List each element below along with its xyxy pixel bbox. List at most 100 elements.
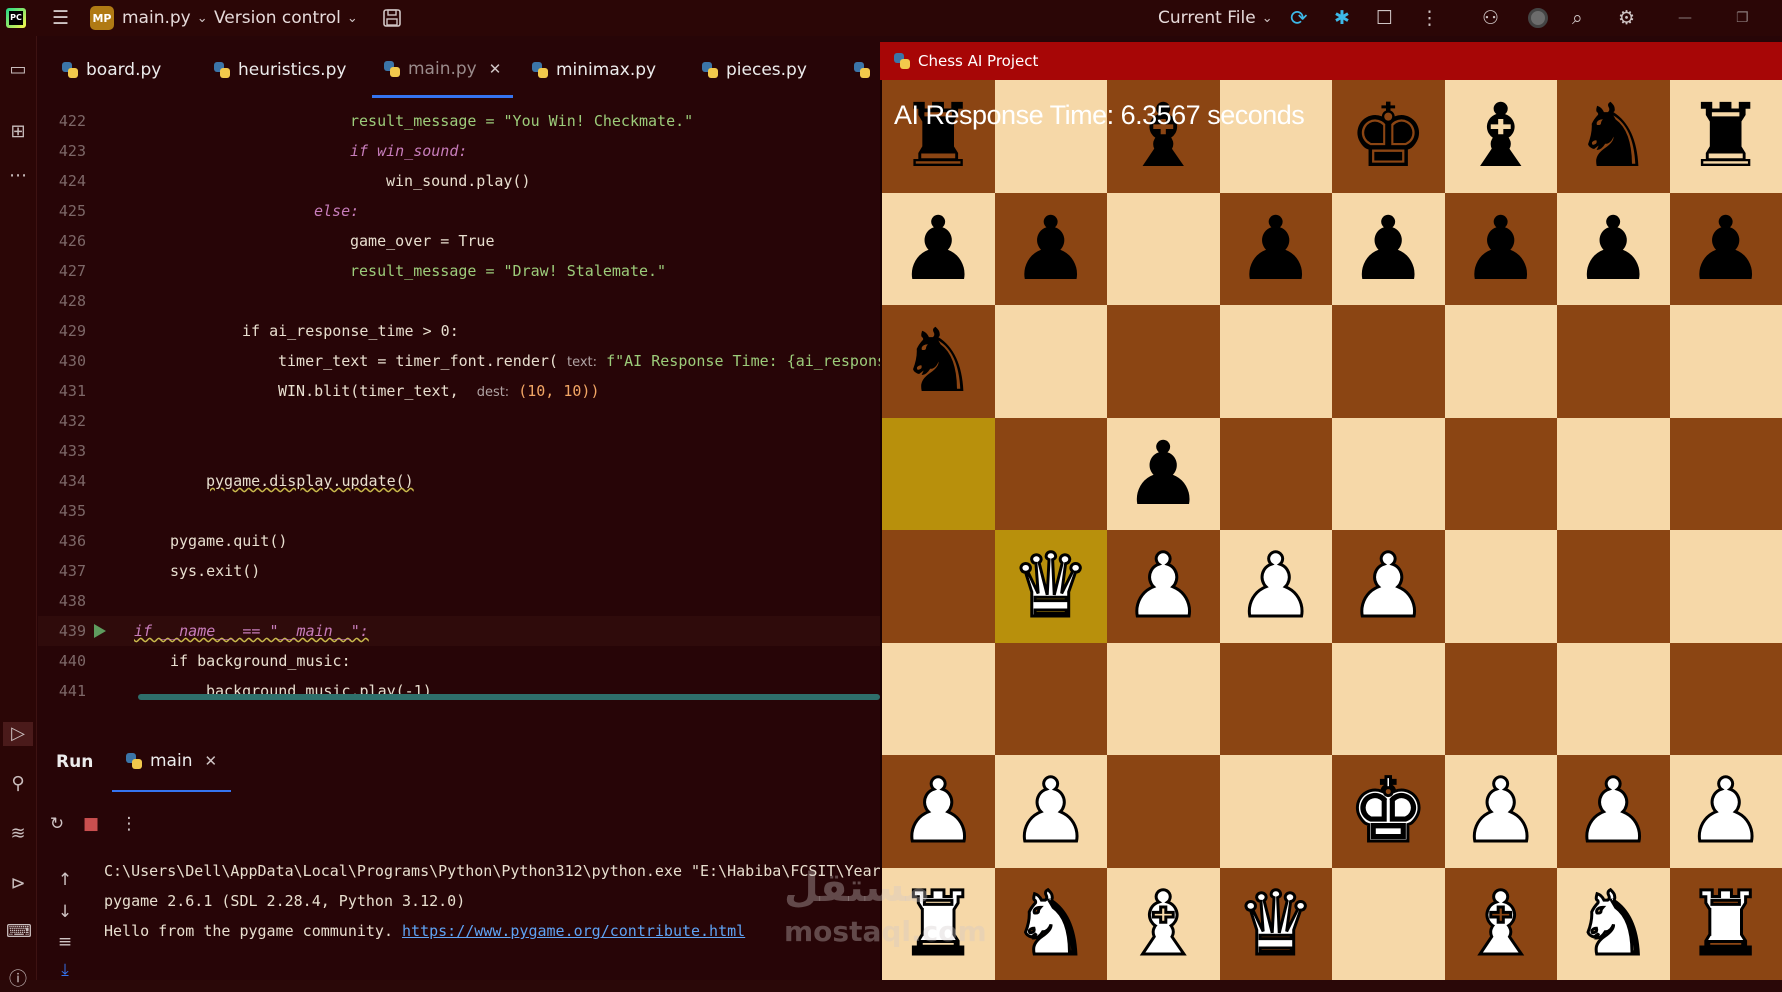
black-pawn-icon[interactable]: ♟ — [899, 205, 978, 293]
board-square[interactable] — [1445, 418, 1558, 531]
board-square[interactable]: ♟ — [1332, 193, 1445, 306]
horizontal-scrollbar[interactable] — [138, 694, 880, 700]
white-pawn-icon[interactable]: ♟ — [1236, 542, 1315, 630]
board-square[interactable] — [1445, 643, 1558, 756]
python-console-icon[interactable]: ⚲ — [6, 772, 30, 796]
ai-assistant-icon[interactable] — [1528, 0, 1548, 36]
project-folder-icon[interactable]: ▭ — [6, 58, 30, 82]
black-pawn-icon[interactable]: ♟ — [1124, 430, 1203, 518]
code-editor[interactable]: 422result_message = "You Win! Checkmate.… — [38, 98, 880, 698]
chess-window-title-bar[interactable]: Chess AI Project — [880, 42, 1782, 80]
board-square[interactable]: ♞ — [882, 305, 995, 418]
board-square[interactable]: ♟ — [1445, 193, 1558, 306]
stop-icon[interactable]: ☐ — [1376, 0, 1393, 36]
run-config-selector[interactable]: Current File ⌄ — [1158, 0, 1273, 36]
board-square[interactable]: ♜ — [1670, 80, 1782, 193]
board-square[interactable]: ♛ — [1220, 868, 1333, 981]
white-bishop-icon[interactable]: ♝ — [1461, 880, 1540, 968]
tab-heuristics-py[interactable]: heuristics.py — [214, 42, 346, 98]
board-square[interactable]: ♝ — [1107, 868, 1220, 981]
run-tab-main[interactable]: main✕ — [112, 732, 231, 792]
black-knight-icon[interactable]: ♞ — [899, 317, 978, 405]
board-square[interactable] — [1332, 868, 1445, 981]
board-square[interactable]: ♝ — [1107, 80, 1220, 193]
white-knight-icon[interactable]: ♞ — [1011, 880, 1090, 968]
pycharm-logo-icon[interactable]: PC — [6, 8, 26, 28]
board-square[interactable]: ♟ — [882, 193, 995, 306]
add-user-icon[interactable]: ⚇ — [1482, 0, 1499, 36]
board-square[interactable]: ♟ — [1670, 755, 1782, 868]
board-square[interactable] — [1670, 418, 1782, 531]
main-menu-icon[interactable]: ☰ — [52, 0, 69, 36]
close-tab-icon[interactable]: ✕ — [489, 60, 502, 78]
board-square[interactable] — [1220, 643, 1333, 756]
tab-overflow[interactable] — [854, 42, 878, 98]
board-square[interactable]: ♟ — [995, 755, 1108, 868]
board-square[interactable]: ♞ — [1557, 868, 1670, 981]
layers-icon[interactable]: ≋ — [6, 822, 30, 846]
black-rook-icon[interactable]: ♜ — [1686, 92, 1765, 180]
board-square[interactable] — [995, 305, 1108, 418]
close-tab-icon[interactable]: ✕ — [204, 752, 217, 770]
more-icon[interactable]: ⋮ — [118, 814, 140, 834]
settings-gear-icon[interactable]: ⚙ — [1618, 0, 1635, 36]
board-square[interactable] — [1220, 80, 1333, 193]
debug-icon[interactable]: ✱ — [1334, 0, 1350, 36]
board-square[interactable] — [1107, 305, 1220, 418]
tab-main-py[interactable]: main.py✕ — [372, 42, 513, 98]
services-icon[interactable]: ⊳ — [6, 872, 30, 896]
board-square[interactable] — [1670, 530, 1782, 643]
white-pawn-icon[interactable]: ♟ — [899, 767, 978, 855]
more-tools-icon[interactable]: ⋯ — [6, 164, 30, 188]
board-square[interactable] — [995, 80, 1108, 193]
board-square[interactable]: ♝ — [1445, 80, 1558, 193]
restore-icon[interactable]: ❐ — [1736, 0, 1749, 36]
board-square[interactable]: ♜ — [882, 80, 995, 193]
white-pawn-icon[interactable]: ♟ — [1124, 542, 1203, 630]
board-square[interactable]: ♚ — [1332, 80, 1445, 193]
black-pawn-icon[interactable]: ♟ — [1349, 205, 1428, 293]
white-king-icon[interactable]: ♚ — [1349, 767, 1428, 855]
board-square[interactable] — [1557, 530, 1670, 643]
board-square[interactable]: ♝ — [1445, 868, 1558, 981]
board-square[interactable]: ♟ — [1557, 193, 1670, 306]
black-pawn-icon[interactable]: ♟ — [1011, 205, 1090, 293]
board-square[interactable] — [1445, 305, 1558, 418]
black-king-icon[interactable]: ♚ — [1349, 92, 1428, 180]
board-square[interactable] — [995, 418, 1108, 531]
board-square[interactable] — [1557, 305, 1670, 418]
terminal-icon[interactable]: ⌨ — [6, 920, 30, 944]
board-square[interactable] — [1220, 305, 1333, 418]
structure-icon[interactable]: ⊞ — [6, 120, 30, 144]
white-pawn-icon[interactable]: ♟ — [1686, 767, 1765, 855]
white-pawn-icon[interactable]: ♟ — [1011, 767, 1090, 855]
board-square[interactable]: ♞ — [1557, 80, 1670, 193]
board-square[interactable]: ♟ — [1670, 193, 1782, 306]
black-pawn-icon[interactable]: ♟ — [1236, 205, 1315, 293]
white-queen-icon[interactable]: ♛ — [1236, 880, 1315, 968]
run-tool-icon[interactable]: ▷ — [3, 722, 33, 746]
chess-board[interactable]: ♜♝♚♝♞♜♟♟♟♟♟♟♟♞♟♛♟♟♟♟♟♚♟♟♟♜♞♝♛♝♞♜ — [882, 80, 1782, 980]
board-square[interactable] — [1332, 643, 1445, 756]
scroll-end-icon[interactable]: ⤓ — [54, 960, 76, 980]
black-pawn-icon[interactable]: ♟ — [1686, 205, 1765, 293]
board-square[interactable]: ♟ — [1445, 755, 1558, 868]
black-pawn-icon[interactable]: ♟ — [1574, 205, 1653, 293]
board-square[interactable]: ♛ — [995, 530, 1108, 643]
white-bishop-icon[interactable]: ♝ — [1124, 880, 1203, 968]
tab-board-py[interactable]: board.py — [62, 42, 161, 98]
board-square[interactable] — [1557, 418, 1670, 531]
board-square[interactable] — [1107, 755, 1220, 868]
white-pawn-icon[interactable]: ♟ — [1574, 767, 1653, 855]
black-knight-icon[interactable]: ♞ — [1574, 92, 1653, 180]
board-square[interactable] — [1445, 530, 1558, 643]
tab-pieces-py[interactable]: pieces.py — [702, 42, 807, 98]
board-square[interactable] — [1557, 643, 1670, 756]
scroll-down-icon[interactable]: ↓ — [54, 902, 76, 922]
run-gutter-icon[interactable] — [94, 624, 106, 638]
board-square[interactable]: ♟ — [1332, 530, 1445, 643]
board-square[interactable]: ♟ — [1220, 530, 1333, 643]
soft-wrap-icon[interactable]: ≡ — [54, 932, 76, 952]
white-knight-icon[interactable]: ♞ — [1574, 880, 1653, 968]
board-square[interactable] — [995, 643, 1108, 756]
